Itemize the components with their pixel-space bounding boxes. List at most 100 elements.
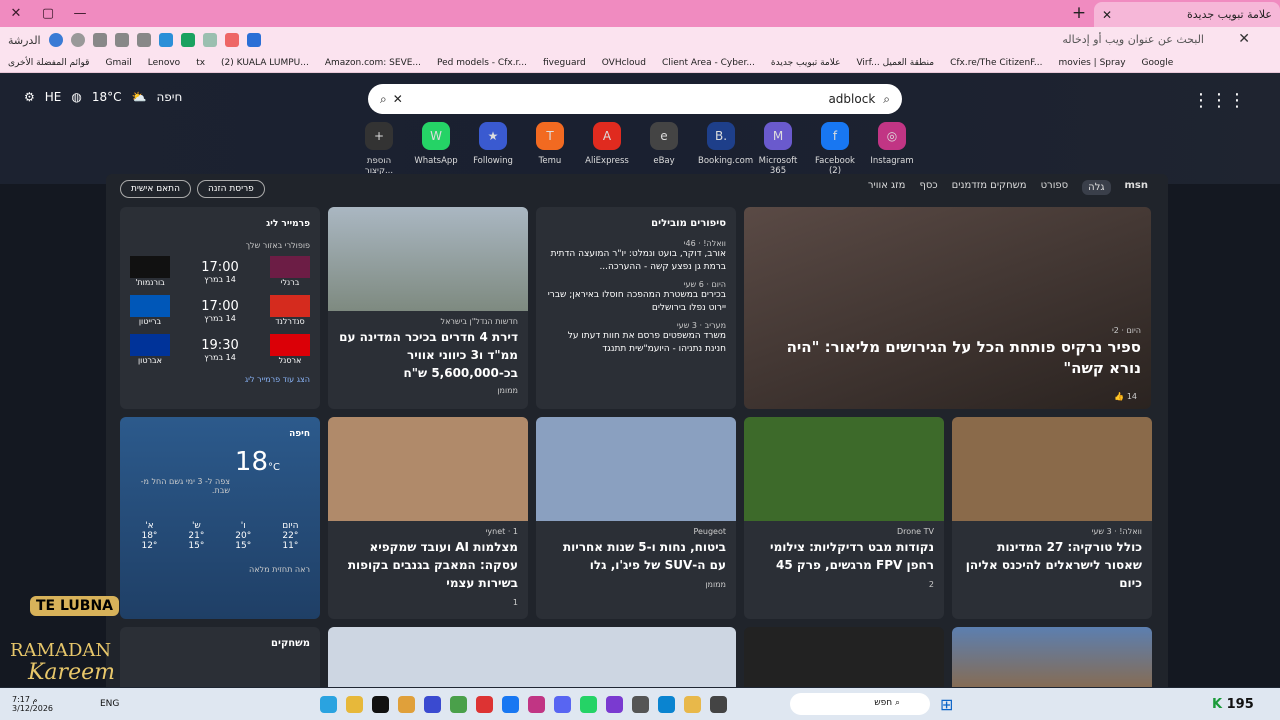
new-tab-icon[interactable]: +: [1068, 3, 1090, 25]
settings-icon[interactable]: ⚙: [24, 90, 35, 104]
tiktok-icon[interactable]: [372, 695, 389, 713]
bookmark-item[interactable]: tx: [188, 58, 213, 68]
nav-tab[interactable]: כסף: [919, 180, 937, 195]
apt-card[interactable]: חדשות הנדל"ן בישראל דירת 4 חדרים בכיכר ה…: [328, 207, 528, 409]
video-card[interactable]: [952, 627, 1152, 687]
app-icon[interactable]: [606, 695, 623, 713]
score[interactable]: K 195: [1212, 697, 1254, 712]
msn-logo[interactable]: msn: [1125, 180, 1149, 195]
trending-text[interactable]: משרד המשפטים פרסם את חוות דעתו על חנינת …: [546, 330, 726, 356]
news-card[interactable]: ynet · 1י מצלמות AI ועובד שמקפיא עסקה: המ…: [328, 417, 528, 619]
instagram-icon[interactable]: [528, 695, 545, 713]
trending-text[interactable]: אורב, דוקר, בועט ונמלט: יו"ר המועצה הדתי…: [546, 248, 726, 274]
app-icon[interactable]: [632, 695, 649, 713]
chrome-icon[interactable]: [398, 695, 415, 713]
forecast-day[interactable]: ש' 21° 15°: [188, 521, 204, 551]
match-row[interactable]: ברנלי 17:00 14 במרץ בורנמות': [120, 252, 320, 291]
app-icon[interactable]: [424, 695, 441, 713]
bookmark-item[interactable]: Virf... منطقة العميل: [848, 58, 942, 68]
tab-close-icon[interactable]: ✕: [1102, 8, 1112, 22]
chrome-icon[interactable]: [346, 695, 363, 713]
globe-icon[interactable]: ◍: [71, 90, 81, 104]
quick-link-tile[interactable]: + הוספת קיצור...: [356, 122, 402, 176]
tab-active[interactable]: علامة تبويب جديدة ✕: [1094, 2, 1280, 27]
forecast-city[interactable]: חיפה: [120, 417, 320, 443]
nav-tab[interactable]: ספורט: [1041, 180, 1069, 195]
extension-icon[interactable]: [180, 33, 195, 47]
extension-icon[interactable]: [158, 33, 173, 47]
quick-link-tile[interactable]: f Facebook (2): [812, 122, 858, 176]
card-likes[interactable]: 1: [328, 592, 528, 613]
app-icon[interactable]: [710, 695, 727, 713]
quick-link-tile[interactable]: ◎ Instagram: [869, 122, 915, 176]
facebook-icon[interactable]: [502, 695, 519, 713]
extension-icon[interactable]: [224, 33, 239, 47]
telegram-icon[interactable]: [320, 695, 337, 713]
bookmark-item[interactable]: OVHcloud: [594, 58, 654, 68]
bookmark-item[interactable]: Lenovo: [140, 58, 188, 68]
bookmark-item[interactable]: Cfx.re/The CitizenF...: [942, 58, 1050, 68]
nav-tab[interactable]: משחקים מזדמנים: [952, 180, 1027, 195]
news-card[interactable]: [744, 627, 944, 687]
quick-link-tile[interactable]: T Temu: [527, 122, 573, 176]
app-icon[interactable]: [450, 695, 467, 713]
bookmark-item[interactable]: Google: [1134, 58, 1182, 68]
match-row[interactable]: סנדרלנד 17:00 14 במרץ ברייטון: [120, 291, 320, 330]
trending-item[interactable]: היום · 6 שעי בכירים במשטרת המהפכה חוסלו ב…: [536, 274, 736, 315]
minimize-icon[interactable]: —: [64, 6, 96, 21]
apt-title[interactable]: דירת 4 חדרים בכיכר המדינה עם ממ"ד ו3 כיו…: [328, 328, 528, 382]
search-icon[interactable]: ⌕: [380, 92, 387, 107]
quick-link-tile[interactable]: B. Booking.com: [698, 122, 753, 176]
card-title[interactable]: ביטוח, נחות ו-5 שנות אחריות עם ה-SUV של …: [536, 538, 736, 574]
bookmark-item[interactable]: Gmail: [97, 58, 139, 68]
league-title[interactable]: פרמייר ליג: [120, 207, 320, 233]
copilot-icon[interactable]: [48, 33, 63, 47]
clear-icon[interactable]: ✕: [1238, 31, 1250, 47]
personalize-button[interactable]: התאם אישית: [120, 180, 191, 198]
news-card[interactable]: Drone TV נקודות מבט רדיקליות: צילומי רחפן…: [744, 417, 944, 619]
clock[interactable]: 7:17 م 3/12/2026: [12, 695, 53, 713]
hero-likes[interactable]: 14 👍: [1114, 392, 1137, 401]
folder-icon[interactable]: [684, 695, 701, 713]
temp[interactable]: 18°C: [92, 90, 122, 104]
bookmark-item[interactable]: Client Area - Cyber...: [654, 58, 763, 68]
bookmark-item[interactable]: (2) KUALA LUMPU...: [213, 58, 317, 68]
discord-icon[interactable]: [554, 695, 571, 713]
windows-icon[interactable]: ⊞: [940, 695, 953, 714]
match-row[interactable]: ארסנל 19:30 14 במרץ אברטון: [120, 330, 320, 369]
app-icon[interactable]: [476, 695, 493, 713]
bookmark-item[interactable]: علامة تبويب جديدة: [763, 58, 849, 68]
hero-title[interactable]: ספיר נרקיס פותחת הכל על הגירושים מליאור:…: [744, 337, 1151, 379]
favorites-icon[interactable]: [92, 33, 107, 47]
quick-link-tile[interactable]: e eBay: [641, 122, 687, 176]
bookmark-item[interactable]: fiveguard: [535, 58, 594, 68]
news-card[interactable]: וואלה! · 3 שעי כולל טורקיה: 27 המדינות שא…: [952, 417, 1152, 619]
restore-icon[interactable]: ▢: [32, 6, 64, 21]
trending-text[interactable]: בכירים במשטרת המהפכה חוסלו באיראן; שברי …: [546, 289, 726, 315]
star-icon[interactable]: [246, 33, 261, 47]
bookmark-item[interactable]: Ped models - Cfx.r...: [429, 58, 535, 68]
news-card[interactable]: [328, 627, 736, 687]
news-card[interactable]: Peugeot ביטוח, נחות ו-5 שנות אחריות עם ה-…: [536, 417, 736, 619]
apps-grid-icon[interactable]: ⋮⋮⋮: [1192, 90, 1246, 111]
close-window-icon[interactable]: ✕: [0, 6, 32, 21]
card-likes[interactable]: 2: [744, 574, 944, 595]
edge-icon[interactable]: [658, 695, 675, 713]
forecast-day[interactable]: היום 22° 11°: [282, 521, 298, 551]
nav-tab[interactable]: מזג אוויר: [868, 180, 906, 195]
search-submit-icon[interactable]: ⌕: [883, 92, 890, 107]
bookmark-item[interactable]: movies | Spray: [1050, 58, 1133, 68]
card-title[interactable]: נקודות מבט רדיקליות: צילומי רחפן FPV מרג…: [744, 538, 944, 574]
extension-icon[interactable]: [114, 33, 129, 47]
hero-card[interactable]: היום · 2י ספיר נרקיס פותחת הכל על הגירוש…: [744, 207, 1151, 409]
lang[interactable]: HE: [45, 90, 62, 104]
extension-icon[interactable]: [136, 33, 151, 47]
forecast-day[interactable]: ו' 20° 15°: [235, 521, 251, 551]
lang-indicator[interactable]: ENG: [100, 699, 119, 709]
quick-link-tile[interactable]: M Microsoft 365: [755, 122, 801, 176]
layout-button[interactable]: פריסת הזנה: [196, 180, 265, 198]
quick-link-tile[interactable]: W WhatsApp: [413, 122, 459, 176]
whatsapp-icon[interactable]: [580, 695, 597, 713]
card-title[interactable]: מצלמות AI ועובד שמקפיא עסקה: המאבק בגנבי…: [328, 538, 528, 592]
extension-icon[interactable]: [202, 33, 217, 47]
